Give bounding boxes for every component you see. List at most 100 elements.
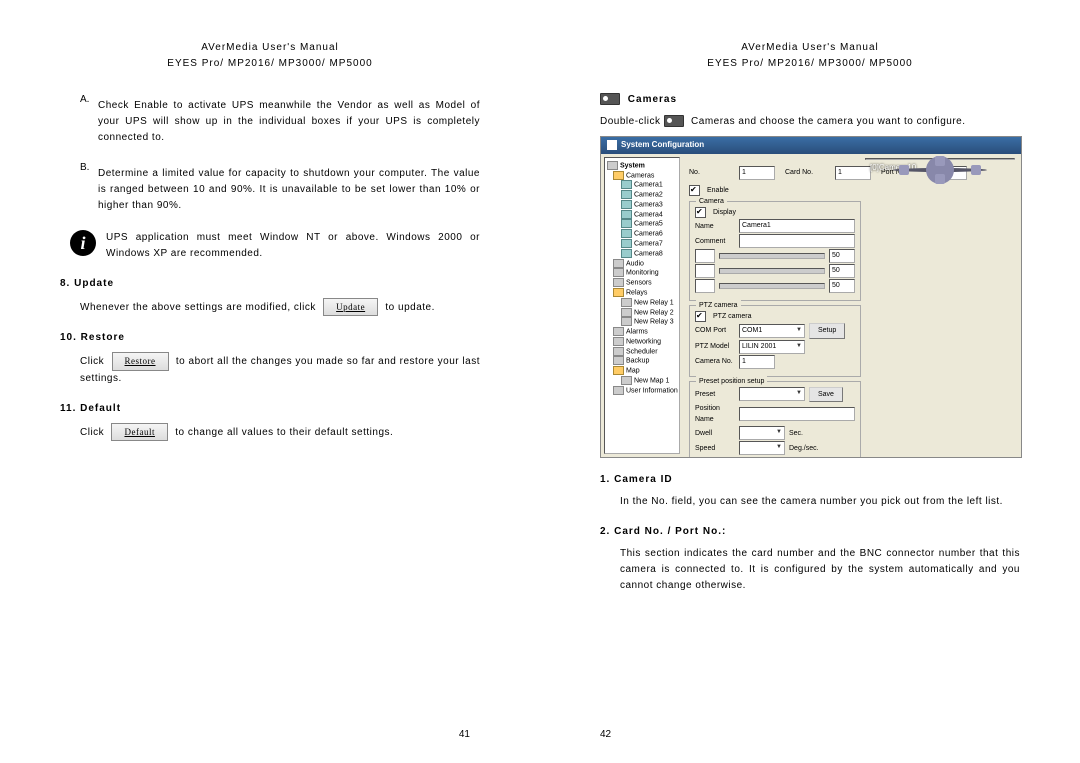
dwell-select[interactable]	[739, 426, 785, 440]
section-update-title: 8. Update	[60, 276, 480, 292]
networking-icon	[613, 337, 624, 346]
comment-field[interactable]	[739, 234, 855, 248]
section-restore-title: 10. Restore	[60, 330, 480, 346]
tree-camera-item[interactable]: Camera5	[607, 219, 677, 229]
tree-camera-item[interactable]: Camera6	[607, 229, 677, 239]
camera-icon	[621, 249, 632, 258]
tree-backup[interactable]: Backup	[607, 356, 677, 366]
relay-icon	[621, 317, 632, 326]
system-config-window: System Configuration System Cameras Came…	[600, 136, 1022, 458]
tree-camera-item[interactable]: Camera7	[607, 239, 677, 249]
ptz-down-icon[interactable]	[935, 156, 945, 166]
slider-track[interactable]	[719, 253, 825, 259]
form-left: Enable Camera Display NameCamera1 Commen…	[689, 184, 861, 457]
tree-cameras[interactable]: Cameras	[607, 171, 677, 181]
speed-select[interactable]	[739, 441, 785, 455]
ptz-group: PTZ camera PTZ camera COM PortCOM1Setup …	[689, 305, 861, 376]
text-pre: Whenever the above settings are modified…	[80, 302, 316, 313]
ptz-joystick[interactable]	[893, 168, 987, 172]
slider-c[interactable]	[695, 279, 715, 293]
default-button[interactable]: Default	[111, 423, 168, 441]
section-update-text: Whenever the above settings are modified…	[60, 298, 480, 316]
enable-checkbox[interactable]	[689, 185, 700, 196]
section-restore-text: Click Restore to abort all the changes y…	[60, 352, 480, 386]
list-label: B.	[80, 160, 98, 220]
camera-icon	[664, 115, 684, 127]
comport-select[interactable]: COM1	[739, 324, 805, 338]
update-button[interactable]: Update	[323, 298, 378, 316]
tree-relay-item[interactable]: New Relay 1	[607, 298, 677, 308]
page-number: 41	[459, 727, 470, 743]
tree-relay-item[interactable]: New Relay 2	[607, 308, 677, 318]
tree-audio[interactable]: Audio	[607, 259, 677, 269]
ptz-up-icon[interactable]	[935, 174, 945, 184]
camera-icon	[621, 180, 632, 189]
folder-icon	[613, 171, 624, 180]
page-right: AVerMedia User's Manual EYES Pro/ MP2016…	[540, 0, 1080, 763]
save-button[interactable]: Save	[809, 387, 843, 402]
camerano-field[interactable]: 1	[739, 355, 775, 369]
audio-icon	[613, 259, 624, 268]
group-title: PTZ camera	[696, 300, 741, 311]
ptz-checkbox[interactable]	[695, 311, 706, 322]
ptz-left-icon[interactable]	[899, 165, 909, 175]
ups-list: A. Check Enable to activate UPS meanwhil…	[60, 92, 480, 220]
tree-system[interactable]: System	[607, 161, 677, 171]
tree-relays[interactable]: Relays	[607, 288, 677, 298]
posname-field[interactable]	[739, 407, 855, 421]
section-cardno-title: 2. Card No. / Port No.:	[600, 524, 1020, 540]
tree-monitoring[interactable]: Monitoring	[607, 268, 677, 278]
camera-icon	[621, 200, 632, 209]
enable-row[interactable]: Enable	[689, 185, 861, 196]
cardno-field[interactable]: 1	[835, 166, 871, 180]
folder-icon	[613, 366, 624, 375]
window-body: System Cameras Camera1 Camera2 Camera3 C…	[601, 154, 1021, 457]
list-label: A.	[80, 92, 98, 152]
section-default-text: Click Default to change all values to th…	[60, 423, 480, 441]
tree-camera-item[interactable]: Camera8	[607, 249, 677, 259]
tree-networking[interactable]: Networking	[607, 337, 677, 347]
tree-camera-item[interactable]: Camera2	[607, 190, 677, 200]
config-tree[interactable]: System Cameras Camera1 Camera2 Camera3 C…	[604, 157, 680, 454]
tree-relay-item[interactable]: New Relay 3	[607, 317, 677, 327]
list-item-b: B. Determine a limited value for capacit…	[80, 160, 480, 220]
name-field[interactable]: Camera1	[739, 219, 855, 233]
info-icon: i	[70, 230, 96, 256]
list-text: Determine a limited value for capacity t…	[98, 166, 480, 214]
tree-camera-item[interactable]: Camera3	[607, 200, 677, 210]
no-label: No.	[689, 167, 729, 178]
cameras-intro: Double-click Cameras and choose the came…	[600, 114, 1020, 130]
scheduler-icon	[613, 347, 624, 356]
tree-sensors[interactable]: Sensors	[607, 278, 677, 288]
preset-group: Preset position setup PresetSave Positio…	[689, 381, 861, 457]
window-title: System Configuration	[621, 139, 704, 152]
tree-map-item[interactable]: New Map 1	[607, 376, 677, 386]
tree-alarms[interactable]: Alarms	[607, 327, 677, 337]
camera-group: Camera Display NameCamera1 Comment 50 50…	[689, 201, 861, 301]
window-icon	[607, 140, 617, 150]
tree-camera-item[interactable]: Camera1	[607, 180, 677, 190]
window-titlebar[interactable]: System Configuration	[601, 137, 1021, 154]
tree-camera-item[interactable]: Camera4	[607, 210, 677, 220]
no-field[interactable]: 1	[739, 166, 775, 180]
ptz-right-icon[interactable]	[971, 165, 981, 175]
slider-b[interactable]	[695, 264, 715, 278]
restore-button[interactable]: Restore	[112, 352, 169, 370]
section-cameraid-text: In the No. field, you can see the camera…	[600, 494, 1020, 510]
sensors-icon	[613, 278, 624, 287]
ptzmodel-select[interactable]: LILIN 2001	[739, 340, 805, 354]
slider-track[interactable]	[719, 268, 825, 274]
manual-subtitle: EYES Pro/ MP2016/ MP3000/ MP5000	[60, 56, 480, 72]
preset-select[interactable]	[739, 387, 805, 401]
tree-scheduler[interactable]: Scheduler	[607, 347, 677, 357]
folder-icon	[613, 288, 624, 297]
group-title: Camera	[696, 196, 727, 207]
tree-userinfo[interactable]: User Information	[607, 386, 677, 396]
slider-a[interactable]	[695, 249, 715, 263]
section-cameraid-title: 1. Camera ID	[600, 472, 1020, 488]
tree-map[interactable]: Map	[607, 366, 677, 376]
display-checkbox[interactable]	[695, 207, 706, 218]
relay-icon	[621, 308, 632, 317]
setup-button[interactable]: Setup	[809, 323, 845, 338]
slider-track[interactable]	[719, 283, 825, 289]
